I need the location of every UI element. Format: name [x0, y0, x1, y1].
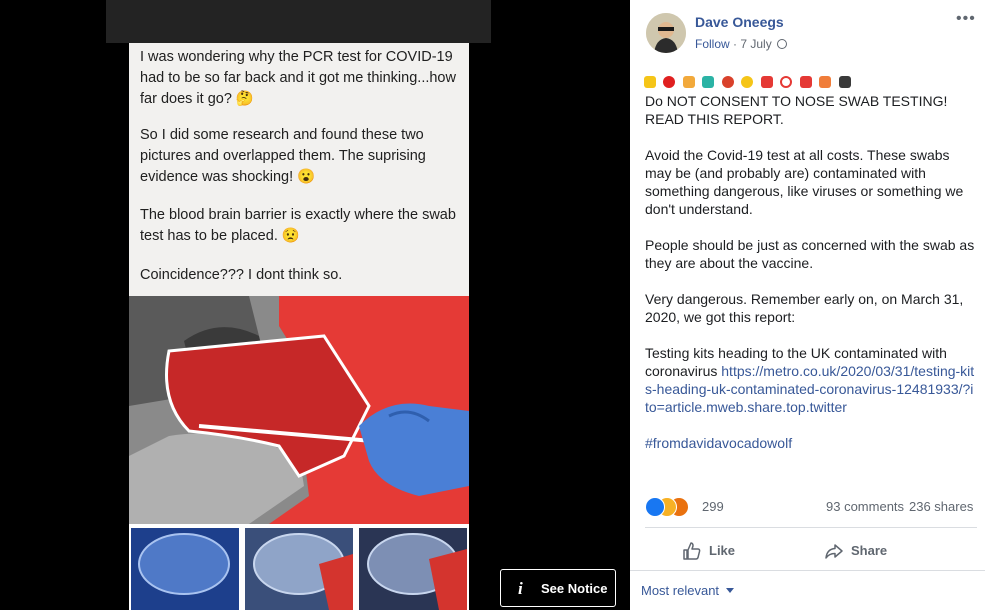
shares-count[interactable]: 236 shares — [909, 499, 973, 514]
share-arrow-icon — [825, 544, 843, 559]
post-paragraph-3: People should be just as concerned with … — [645, 237, 975, 271]
share-label: Share — [851, 543, 888, 558]
post-line-2: READ THIS REPORT. — [645, 111, 784, 127]
emoji-row — [644, 73, 854, 89]
hashtag-link[interactable]: #fromdavidavocadowolf — [645, 435, 792, 451]
nose-emoji-icon — [682, 75, 695, 88]
stop-sign-emoji-icon — [663, 75, 676, 88]
meme-text-card: I was wondering why the PCR test for COV… — [129, 43, 469, 296]
post-paragraph-4: Very dangerous. Remember early on, on Ma… — [645, 291, 964, 325]
shocked-face-emoji-icon — [741, 75, 754, 88]
angry-face-emoji-icon — [721, 75, 734, 88]
photo-top-strip — [106, 0, 491, 43]
post-line-1: Do NOT CONSENT TO NOSE SWAB TESTING! — [645, 93, 948, 109]
like-reaction-icon — [645, 497, 665, 517]
post-paragraph-2: Avoid the Covid-19 test at all costs. Th… — [645, 147, 964, 217]
meme-paragraph-2: So I did some research and found these t… — [140, 127, 426, 185]
meme-paragraph-4: Coincidence??? I dont think so. — [140, 267, 343, 283]
see-notice-label: See Notice — [541, 581, 608, 596]
more-options-icon[interactable]: ••• — [956, 10, 976, 28]
sort-label: Most relevant — [641, 583, 720, 598]
comments-count[interactable]: 93 comments — [826, 499, 904, 514]
meme-paragraph-3: The blood brain barrier is exactly where… — [140, 207, 456, 244]
reaction-count[interactable]: 299 — [702, 499, 724, 514]
post-body: Do NOT CONSENT TO NOSE SWAB TESTING! REA… — [645, 92, 977, 470]
swab-emoji-icon — [702, 75, 715, 88]
post-panel: Dave Oneegs Follow · 7 July ••• Do NOT C… — [630, 0, 985, 610]
author-name[interactable]: Dave Oneegs — [695, 14, 784, 30]
photo-viewer: I was wondering why the PCR test for COV… — [0, 0, 630, 610]
like-label: Like — [709, 543, 736, 558]
tv-emoji-icon — [838, 75, 851, 88]
hundred-emoji-icon — [799, 75, 812, 88]
sos-emoji-icon — [760, 75, 773, 88]
globe-icon — [777, 39, 788, 49]
nasal-swab-illustration — [129, 296, 469, 524]
post-meta: Follow · 7 July — [695, 37, 788, 51]
see-notice-button[interactable]: i See Notice — [500, 569, 616, 607]
info-icon: i — [518, 579, 523, 598]
popcorn-emoji-icon — [819, 75, 832, 88]
thumbs-up-icon — [683, 542, 701, 560]
avatar[interactable] — [646, 13, 686, 53]
chevron-down-icon — [725, 588, 734, 593]
prohibited-emoji-icon — [780, 75, 793, 88]
comment-sort-dropdown[interactable]: Most relevant — [641, 583, 734, 598]
divider — [630, 570, 985, 571]
hand-emoji-icon — [644, 75, 656, 88]
brain-diagram-strip — [129, 524, 469, 610]
post-date[interactable]: 7 July — [740, 37, 771, 51]
divider — [645, 527, 977, 528]
follow-link[interactable]: Follow — [695, 37, 730, 51]
meme-paragraph-1: I was wondering why the PCR test for COV… — [140, 49, 456, 107]
